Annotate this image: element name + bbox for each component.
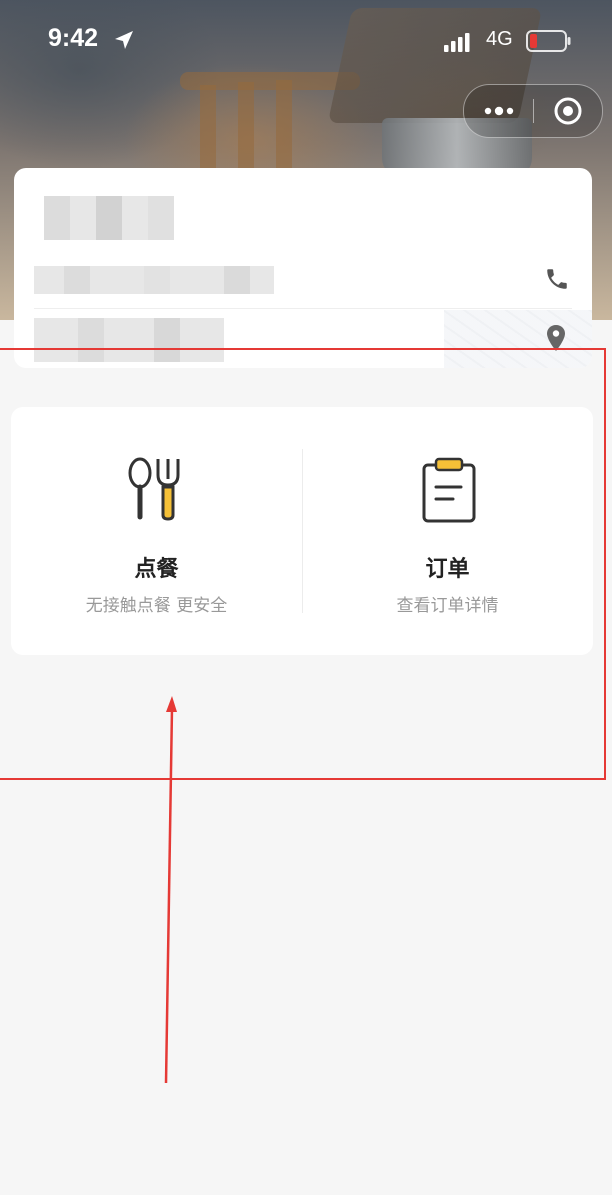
- status-bar: 9:42 4G: [0, 0, 612, 84]
- more-icon[interactable]: [482, 99, 516, 123]
- pixel-cell: [64, 266, 90, 294]
- pixel-cell: [224, 266, 250, 294]
- store-info-card: [14, 168, 592, 368]
- miniprogram-capsule: [463, 84, 603, 138]
- card-divider: [34, 308, 572, 309]
- phone-icon[interactable]: [544, 266, 570, 292]
- pixel-cell: [96, 196, 122, 240]
- status-time: 9:42: [48, 24, 99, 52]
- store-phone: [34, 266, 274, 294]
- annotation-arrow-icon: [164, 696, 177, 1084]
- pixel-cell: [144, 266, 170, 294]
- target-icon[interactable]: [552, 95, 584, 127]
- annotation-rectangle: [0, 348, 606, 780]
- capsule-divider: [533, 99, 534, 123]
- store-name: [44, 196, 174, 240]
- network-type: 4G: [486, 28, 513, 50]
- location-arrow-icon: [115, 31, 133, 49]
- signal-icon: [444, 33, 470, 52]
- pixel-cell: [44, 196, 70, 240]
- battery-icon: [526, 30, 571, 52]
- pixel-cell: [148, 196, 174, 240]
